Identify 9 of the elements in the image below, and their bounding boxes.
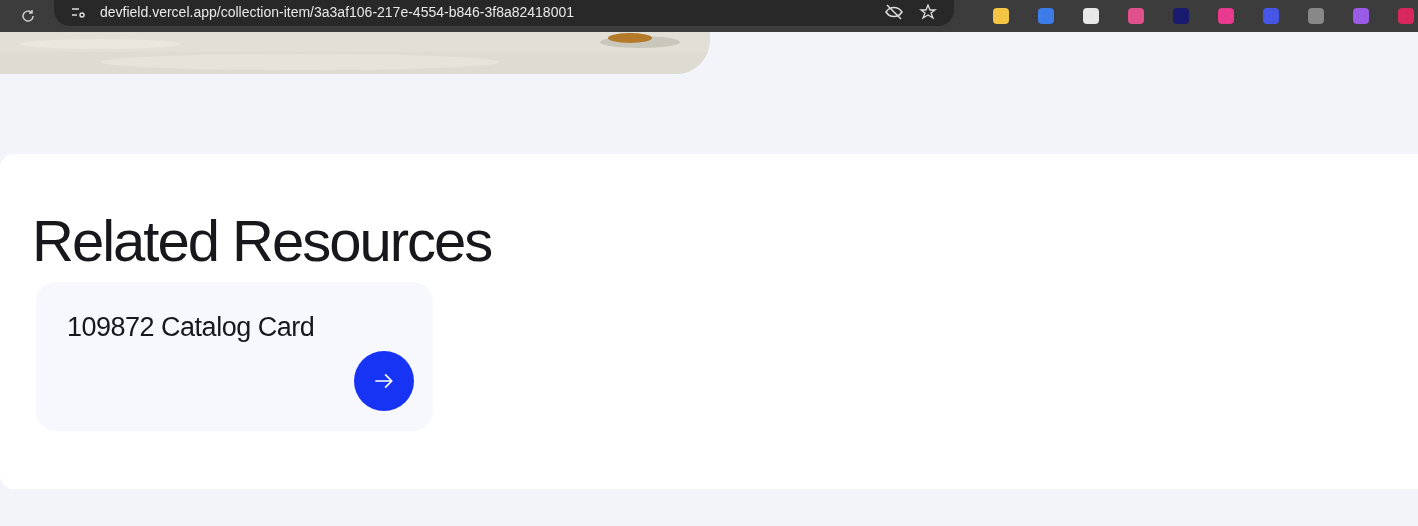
arrow-button[interactable]: [354, 351, 414, 411]
url-text: devfield.vercel.app/collection-item/3a3af106-217e-4554-b846-3f8a82418001: [100, 4, 575, 20]
resource-card[interactable]: 109872 Catalog Card: [36, 282, 433, 431]
reload-icon[interactable]: [20, 8, 36, 24]
star-icon[interactable]: [918, 4, 938, 20]
card-title: 109872 Catalog Card: [67, 312, 315, 342]
eye-off-icon[interactable]: [884, 4, 904, 20]
address-bar[interactable]: devfield.vercel.app/collection-item/3a3af106-217e-4554-b846-3f8a82418001: [54, 0, 954, 26]
section-heading: Related Resources: [32, 207, 493, 275]
